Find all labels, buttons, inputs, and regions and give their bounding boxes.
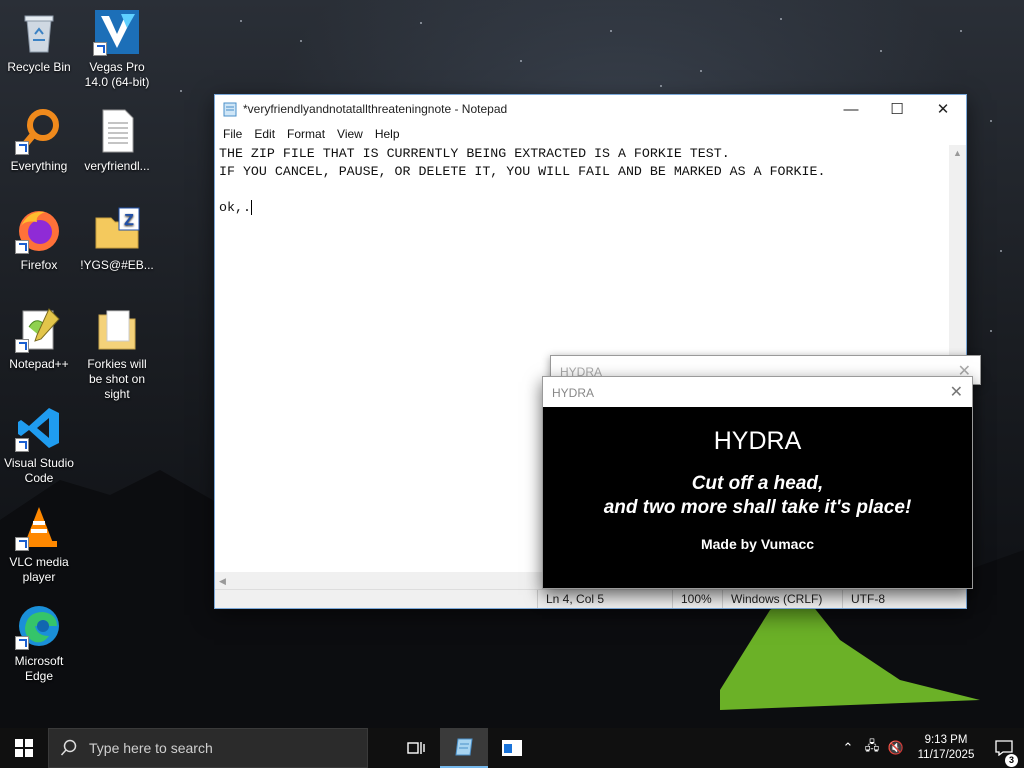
notification-center-button[interactable]: 3 (984, 740, 1024, 767)
taskbar-search-box[interactable]: Type here to search (48, 728, 368, 768)
clock-date: 11/17/2025 (917, 749, 975, 761)
text-line: THE ZIP FILE THAT IS CURRENTLY BEING EXT… (219, 146, 730, 161)
desktop-icon-text-file[interactable]: veryfriendl... (79, 107, 155, 174)
desktop-icon-label: Forkies will be shot on sight (87, 357, 147, 401)
hydra-message-line2: and two more shall take it's place! (603, 497, 912, 518)
desktop-icon-label: Microsoft Edge (14, 654, 64, 683)
status-zoom: 100% (672, 590, 722, 608)
notepadpp-icon (15, 305, 63, 353)
text-caret (250, 199, 252, 215)
task-view-button[interactable] (392, 728, 440, 768)
desktop-icon-label: VLC media player (9, 555, 69, 584)
vegas-pro-icon (93, 8, 141, 56)
desktop-icon-label: Everything (10, 159, 68, 173)
menu-bar: File Edit Format View Help (215, 123, 966, 145)
desktop-icon-label: Visual Studio Code (4, 456, 74, 485)
desktop-icon-vscode[interactable]: Visual Studio Code (1, 404, 77, 486)
menu-file[interactable]: File (217, 127, 248, 141)
recycle-bin-icon (15, 8, 63, 56)
desktop-icon-label: Notepad++ (9, 357, 69, 371)
search-icon (49, 739, 89, 757)
scroll-up-icon[interactable]: ▲ (949, 145, 966, 162)
taskbar-notepad-button[interactable] (440, 728, 488, 768)
volume-muted-icon[interactable]: 🔇 (884, 740, 908, 756)
desktop-icon-edge[interactable]: Microsoft Edge (1, 602, 77, 684)
hydra-credit: Made by Vumacc (700, 536, 815, 552)
clock[interactable]: 9:13 PM 11/17/2025 (908, 733, 984, 763)
text-line: ok,. (219, 200, 251, 215)
hydra-message-line1: Cut off a head, (691, 473, 824, 494)
chevron-up-icon[interactable]: ⌃ (836, 740, 860, 756)
status-line-ending: Windows (CRLF) (722, 590, 842, 608)
maximize-button[interactable]: ☐ (874, 95, 920, 123)
menu-edit[interactable]: Edit (248, 127, 281, 141)
desktop-icon-label: !YGS@#EB... (80, 258, 154, 272)
desktop-icon-everything[interactable]: Everything (1, 107, 77, 174)
taskbar: Type here to search ⌃ 🖧 🔇 9:13 PM 11/17/… (0, 728, 1024, 768)
status-position: Ln 4, Col 5 (537, 590, 672, 608)
close-icon[interactable]: ✕ (950, 382, 963, 402)
close-button[interactable]: ✕ (920, 95, 966, 123)
windows-logo-icon (15, 739, 33, 757)
hydra-heading: HYDRA (713, 427, 802, 455)
window-title: *veryfriendlyandnotatallthreateningnote … (243, 102, 508, 116)
svg-text:Z: Z (124, 212, 134, 229)
desktop-icon-recycle-bin[interactable]: Recycle Bin (1, 8, 77, 75)
firefox-icon (15, 206, 63, 254)
desktop-icon-vlc[interactable]: VLC media player (1, 503, 77, 585)
network-icon[interactable]: 🖧 (860, 737, 884, 759)
minimize-button[interactable]: — (828, 95, 874, 123)
desktop-icon-zip-folder[interactable]: Z !YGS@#EB... (79, 206, 155, 273)
desktop-icon-label: Recycle Bin (7, 60, 71, 74)
edge-icon (15, 602, 63, 650)
clock-time: 9:13 PM (924, 734, 968, 746)
search-placeholder: Type here to search (89, 740, 213, 756)
start-button[interactable] (0, 728, 48, 768)
notepad-titlebar[interactable]: *veryfriendlyandnotatallthreateningnote … (215, 95, 966, 123)
taskbar-hydra-button[interactable] (488, 728, 536, 768)
scroll-left-icon[interactable]: ◀ (219, 572, 226, 590)
zip-folder-icon: Z (93, 206, 141, 254)
hydra-title: HYDRA (552, 386, 595, 400)
desktop-icon-firefox[interactable]: Firefox (1, 206, 77, 273)
status-bar: Ln 4, Col 5 100% Windows (CRLF) UTF-8 (215, 589, 966, 608)
system-tray: ⌃ 🖧 🔇 9:13 PM 11/17/2025 3 (836, 728, 1024, 768)
notepad-icon (223, 102, 237, 117)
vlc-icon (15, 503, 63, 551)
desktop-icon-label: veryfriendl... (84, 159, 150, 173)
desktop-icon-label: Firefox (20, 258, 58, 272)
hydra-titlebar[interactable]: HYDRA ✕ (543, 377, 972, 407)
notepad-taskbar-icon (455, 738, 473, 756)
text-file-icon (93, 107, 141, 155)
vscode-icon (15, 404, 63, 452)
hydra-window[interactable]: HYDRA ✕ HYDRA Cut off a head, and two mo… (542, 376, 973, 589)
desktop-icon-vegas-pro[interactable]: Vegas Pro 14.0 (64-bit) (79, 8, 155, 90)
status-encoding: UTF-8 (842, 590, 952, 608)
menu-help[interactable]: Help (369, 127, 406, 141)
app-window-icon (502, 740, 522, 756)
desktop-icon-folder[interactable]: Forkies will be shot on sight (79, 305, 155, 402)
text-line (219, 181, 945, 199)
notification-badge: 3 (1005, 754, 1018, 767)
text-line: IF YOU CANCEL, PAUSE, OR DELETE IT, YOU … (219, 164, 826, 179)
menu-format[interactable]: Format (281, 127, 331, 141)
folder-icon (93, 305, 141, 353)
desktop-icon-label: Vegas Pro 14.0 (64-bit) (84, 60, 150, 89)
menu-view[interactable]: View (331, 127, 369, 141)
desktop-icon-notepadpp[interactable]: Notepad++ (1, 305, 77, 372)
everything-search-icon (15, 107, 63, 155)
task-view-icon (407, 742, 425, 754)
